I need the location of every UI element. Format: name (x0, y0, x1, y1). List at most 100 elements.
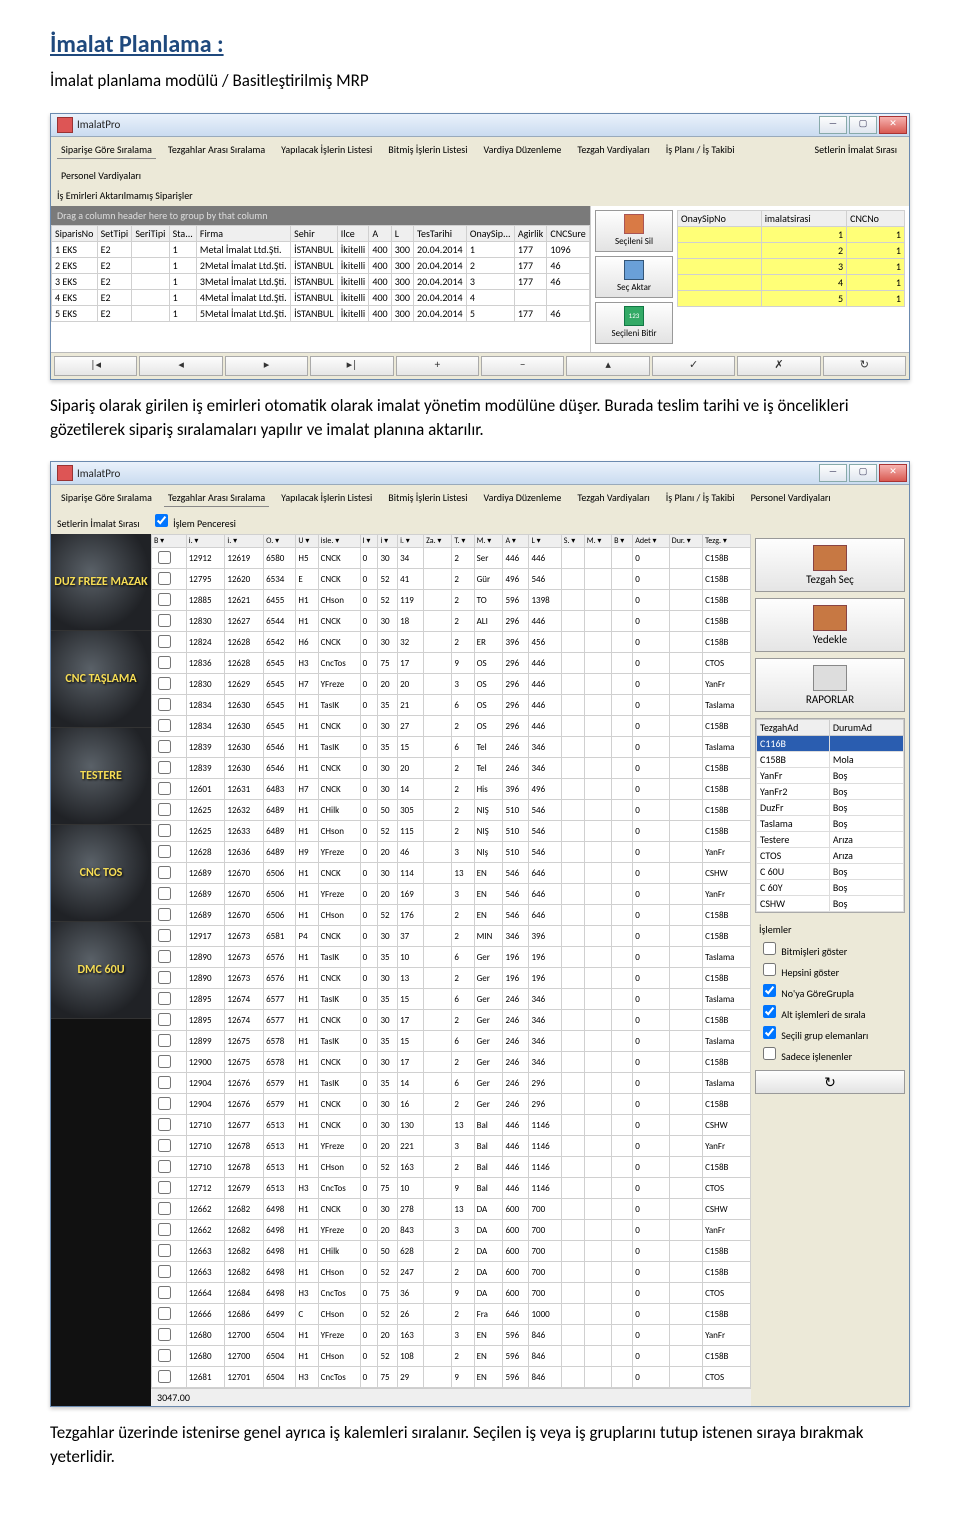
table-row[interactable]: 12710126786513H1CHson0521632Bal44611460C… (152, 1157, 751, 1178)
table-row[interactable]: 2 EKSE212Metal İmalat Ltd.Şti.İSTANBULİk… (52, 257, 590, 273)
row-checkbox[interactable] (158, 803, 171, 816)
col-header[interactable]: i. ▾ (225, 535, 264, 548)
table-row[interactable]: 12830126296545H7YFreze020203OS2964460Yan… (152, 674, 751, 695)
col-header[interactable]: Za. ▾ (424, 535, 452, 548)
col-header[interactable]: O. ▾ (264, 535, 296, 548)
row-checkbox[interactable] (158, 845, 171, 858)
machine-thumb[interactable]: CNC TOS (51, 825, 151, 922)
row-checkbox[interactable] (158, 1118, 171, 1131)
table-row[interactable]: 12710126776513H1CNCK03013013Bal44611460C… (152, 1115, 751, 1136)
row-checkbox[interactable] (158, 1076, 171, 1089)
close-button[interactable]: ✕ (879, 464, 907, 482)
nav-button[interactable]: + (396, 356, 479, 376)
option-input[interactable] (763, 963, 776, 976)
status-row[interactable]: TestereArıza (757, 832, 904, 848)
status-row[interactable]: YanFr2Boş (757, 784, 904, 800)
row-checkbox[interactable] (158, 971, 171, 984)
table-row[interactable]: 12663126826498H1CHson0522472DA6007000C15… (152, 1262, 751, 1283)
col-header[interactable]: L ▾ (529, 535, 561, 548)
row-checkbox[interactable] (158, 866, 171, 879)
col-header[interactable]: M. ▾ (584, 535, 611, 548)
tab-6[interactable]: İş Planı / İş Takibi (662, 489, 739, 507)
table-row[interactable]: 12689126706506H1CNCK03011413EN5466460CSH… (152, 863, 751, 884)
tab-3[interactable]: Bitmiş İşlerin Listesi (384, 141, 471, 159)
table-row[interactable]: 12666126866499CCHson052262Fra64610000C15… (152, 1304, 751, 1325)
col-header[interactable]: S. ▾ (561, 535, 584, 548)
option-input[interactable] (763, 1026, 776, 1039)
col-header[interactable]: Firma (196, 225, 290, 241)
option-checkbox[interactable]: No'ya GöreGrupla (755, 980, 905, 1001)
table-row[interactable]: 12904126766579H1TasIK035146Ger2462960Tas… (152, 1073, 751, 1094)
table-row[interactable]: 12900126756578H1CNCK030172Ger2463460C158… (152, 1052, 751, 1073)
row-checkbox[interactable] (158, 887, 171, 900)
status-row[interactable]: CSHWBoş (757, 896, 904, 912)
tab-5[interactable]: Tezgah Vardiyaları (573, 141, 653, 159)
table-row[interactable]: 41 (678, 274, 905, 290)
status-row[interactable]: C116B (757, 736, 904, 752)
nav-button[interactable]: − (481, 356, 564, 376)
row-checkbox[interactable] (158, 908, 171, 921)
col-header[interactable]: CNCSure (547, 225, 590, 241)
row-checkbox[interactable] (158, 950, 171, 963)
reports-button[interactable]: RAPORLAR (755, 658, 905, 712)
row-checkbox[interactable] (158, 992, 171, 1005)
table-row[interactable]: 12689126706506H1CHson0521762EN5466460C15… (152, 905, 751, 926)
col-header[interactable]: Adet ▾ (633, 535, 670, 548)
table-row[interactable]: 12625126336489H1CHson0521152NIŞ5105460C1… (152, 821, 751, 842)
table-row[interactable]: 12689126706506H1YFreze0201693EN5466460Ya… (152, 884, 751, 905)
col-header[interactable]: B ▾ (152, 535, 187, 548)
status-row[interactable]: C 60YBoş (757, 880, 904, 896)
table-row[interactable]: 12899126756578H1TasIK035156Ger2463460Tas… (152, 1031, 751, 1052)
option-input[interactable] (763, 942, 776, 955)
select-machine-button[interactable]: Tezgah Seç (755, 538, 905, 592)
operations-grid[interactable]: B ▾i. ▾i. ▾O. ▾U ▾isle. ▾I ▾i ▾i. ▾Za. ▾… (151, 534, 751, 1388)
col-header[interactable]: DurumAd (829, 720, 903, 736)
table-row[interactable]: 12834126306545H1CNCK030272OS2964460C158B (152, 716, 751, 737)
option-checkbox[interactable]: Sadece işlenenler (755, 1043, 905, 1064)
status-row[interactable]: C158BMola (757, 752, 904, 768)
table-row[interactable]: 4 EKSE214Metal İmalat Ltd.Şti.İSTANBULİk… (52, 289, 590, 305)
tab-1[interactable]: Tezgahlar Arası Sıralama (164, 489, 269, 507)
nav-button[interactable]: ✗ (737, 356, 820, 376)
machine-thumb[interactable]: TESTERE (51, 728, 151, 825)
table-row[interactable]: 12712126796513H3CncTos075109Bal44611460C… (152, 1178, 751, 1199)
backup-button[interactable]: Yedekle (755, 598, 905, 652)
row-checkbox[interactable] (158, 761, 171, 774)
status-row[interactable]: TaslamaBoş (757, 816, 904, 832)
table-row[interactable]: 12680127006504H1CHson0521082EN5968460C15… (152, 1346, 751, 1367)
table-row[interactable]: 12662126826498H1YFreze0208433DA6007000Ya… (152, 1220, 751, 1241)
row-checkbox[interactable] (158, 635, 171, 648)
table-row[interactable]: 12795126206534ECNCK052412Gür4965460C158B (152, 569, 751, 590)
tab-2[interactable]: Yapılacak İşlerin Listesi (277, 489, 376, 507)
col-header[interactable]: TezgahAd (757, 720, 830, 736)
row-checkbox[interactable] (158, 1328, 171, 1341)
refresh-button[interactable]: ↻ (755, 1070, 905, 1094)
option-input[interactable] (763, 1005, 776, 1018)
machine-status-grid[interactable]: TezgahAdDurumAd C116BC158BMolaYanFrBoşYa… (755, 718, 905, 913)
table-row[interactable]: 12895126746577H1TasIK035156Ger2463460Tas… (152, 989, 751, 1010)
finish-selected-button[interactable]: 123 Seçileni Bitir (595, 302, 673, 344)
status-row[interactable]: C 60UBoş (757, 864, 904, 880)
table-row[interactable]: 12912126196580H5CNCK030342Ser4464460C158… (152, 548, 751, 569)
table-row[interactable]: 31 (678, 258, 905, 274)
row-checkbox[interactable] (158, 1307, 171, 1320)
row-checkbox[interactable] (158, 1181, 171, 1194)
col-header[interactable]: L (391, 225, 413, 241)
row-checkbox[interactable] (158, 1349, 171, 1362)
table-row[interactable]: 12664126846498H3CncTos075369DA6007000CTO… (152, 1283, 751, 1304)
status-row[interactable]: CTOSArıza (757, 848, 904, 864)
table-row[interactable]: 12663126826498H1CHilk0506282DA6007000C15… (152, 1241, 751, 1262)
col-header[interactable]: Sta... (169, 225, 196, 241)
row-checkbox[interactable] (158, 656, 171, 669)
table-row[interactable]: 12680127006504H1YFreze0201633EN5968460Ya… (152, 1325, 751, 1346)
row-checkbox[interactable] (158, 614, 171, 627)
status-row[interactable]: DuzFrBoş (757, 800, 904, 816)
col-header[interactable]: TesTarihi (414, 225, 467, 241)
islem-penceresi-input[interactable] (155, 514, 168, 527)
row-checkbox[interactable] (158, 1013, 171, 1026)
row-checkbox[interactable] (158, 1055, 171, 1068)
islem-penceresi-checkbox[interactable]: İşlem Penceresi (151, 517, 236, 530)
table-row[interactable]: 12628126366489H9YFreze020463NIş5105460Ya… (152, 842, 751, 863)
nav-button[interactable]: ▸ (225, 356, 308, 376)
row-checkbox[interactable] (158, 1160, 171, 1173)
